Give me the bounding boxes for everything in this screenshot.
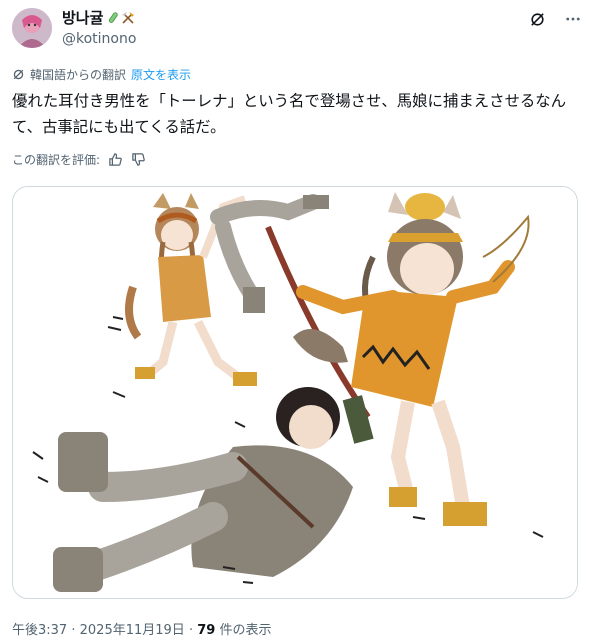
test-tube-icon [109, 12, 119, 23]
translation-info: 韓国語からの翻訳 原文を表示 [12, 66, 191, 83]
illustration-image [13, 187, 577, 598]
handle[interactable]: @kotinono [62, 29, 136, 49]
tweet-date[interactable]: 2025年11月19日 [80, 623, 185, 638]
header-actions [528, 10, 582, 28]
tweet-header: 방나귤 @kotinono [12, 8, 582, 54]
hammer-pick-icon [122, 12, 135, 24]
meta-separator-2: · [188, 623, 194, 638]
avatar-image [12, 8, 52, 48]
translation-source: 韓国語からの翻訳 [30, 68, 127, 82]
tweet-text: 優れた耳付き男性を「トーレナ」という名で登場させ、馬娘に捕まえさせるなんて、古事… [12, 92, 567, 136]
tweet-meta: 午後3:37 · 2025年11月19日 · 79 件の表示 [12, 619, 271, 638]
rate-label: この翻訳を評価: [12, 153, 101, 167]
more-icon[interactable] [564, 10, 582, 28]
thumbs-down-icon[interactable] [131, 152, 146, 167]
name-badges [106, 11, 135, 25]
show-original-link[interactable]: 原文を表示 [131, 66, 191, 83]
tweet-media[interactable] [12, 186, 578, 599]
display-name[interactable]: 방나귤 [62, 8, 103, 28]
display-name-row[interactable]: 방나귤 [62, 8, 136, 28]
view-label: 件の表示 [219, 623, 272, 638]
meta-separator: · [71, 623, 76, 638]
tweet-time[interactable]: 午後3:37 [12, 623, 67, 638]
rate-translation: この翻訳を評価: [12, 151, 146, 168]
view-count: 79 [197, 623, 216, 638]
thumbs-up-icon[interactable] [108, 152, 123, 167]
author-names: 방나귤 @kotinono [62, 8, 136, 49]
grok-icon[interactable] [528, 10, 546, 28]
avatar[interactable] [12, 8, 52, 48]
grok-translate-icon [13, 69, 24, 80]
